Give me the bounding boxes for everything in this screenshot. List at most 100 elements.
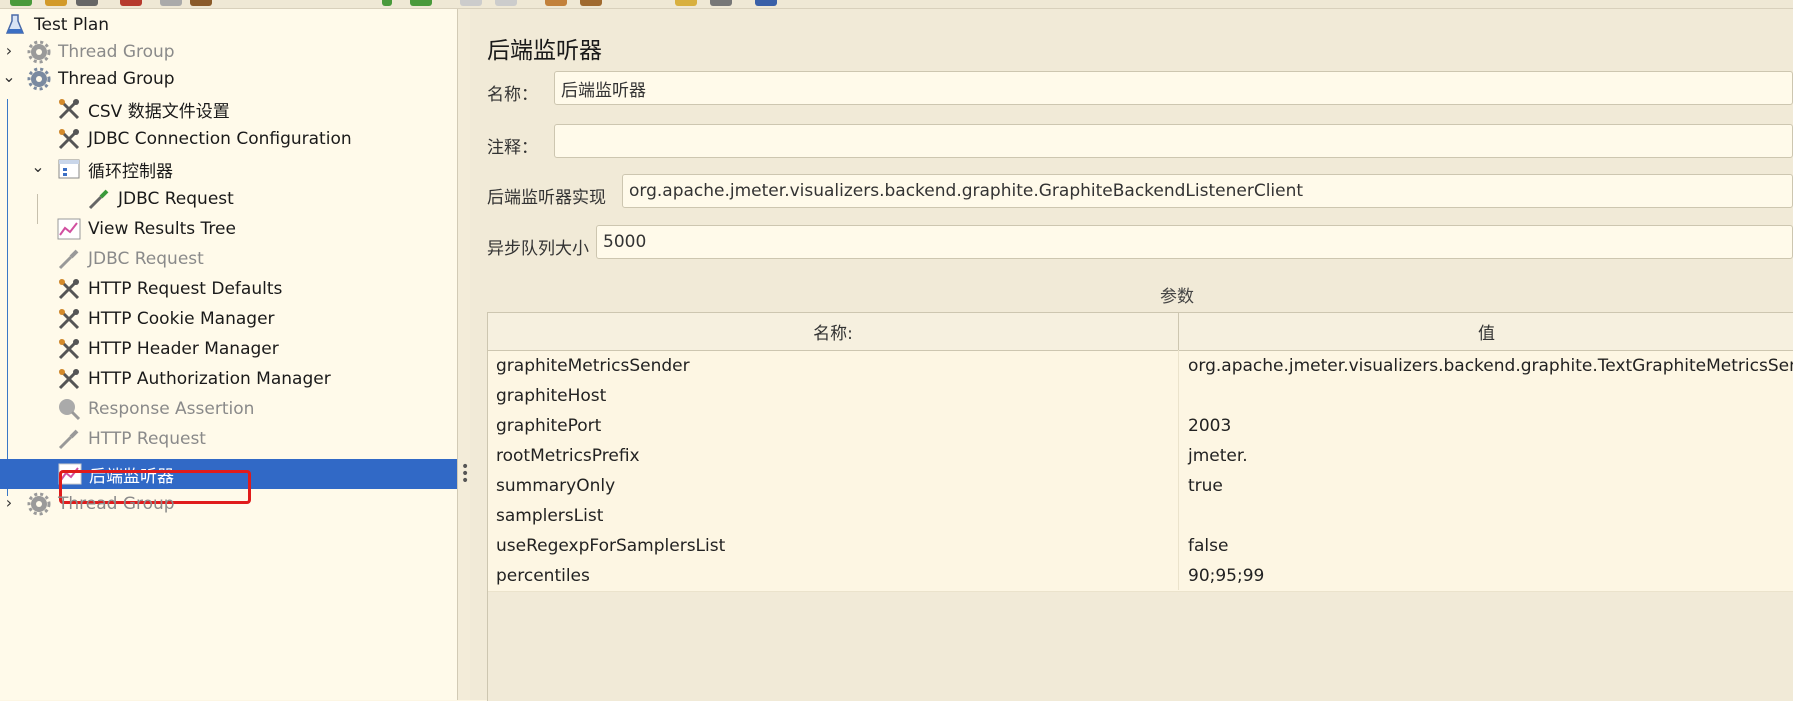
toolbar-help-icon[interactable]: [755, 0, 777, 6]
param-value[interactable]: 90;95;99: [1188, 561, 1788, 591]
table-header: 名称: 值: [488, 313, 1793, 351]
toolbar-clear-all-icon[interactable]: [580, 0, 602, 6]
param-name[interactable]: graphitePort: [496, 411, 1176, 441]
toolbar-copy-icon[interactable]: [160, 0, 182, 6]
tree-item-label: 循环控制器: [88, 161, 173, 182]
toolbar-search-icon[interactable]: [675, 0, 697, 6]
tree-item-label: HTTP Header Manager: [88, 339, 279, 359]
table-row[interactable]: percentiles 90;95;99: [488, 561, 1793, 592]
tree-item-http-request[interactable]: HTTP Request: [56, 424, 206, 454]
tree-item-http-authorization-manager[interactable]: HTTP Authorization Manager: [56, 364, 331, 394]
comment-label: 注释：: [487, 138, 538, 158]
table-row[interactable]: graphiteMetricsSender org.apache.jmeter.…: [488, 351, 1793, 382]
queue-size-field[interactable]: 5000: [596, 225, 1793, 259]
param-name[interactable]: useRegexpForSamplersList: [496, 531, 1176, 561]
toolbar-cut-icon[interactable]: [120, 0, 142, 6]
param-value[interactable]: org.apache.jmeter.visualizers.backend.gr…: [1188, 351, 1793, 381]
params-label: 参数: [1160, 287, 1194, 307]
chart-icon: [56, 216, 82, 242]
chevron-down-icon[interactable]: ⌄: [31, 157, 45, 176]
impl-label: 后端监听器实现: [487, 188, 606, 208]
param-name[interactable]: rootMetricsPrefix: [496, 441, 1176, 471]
name-field[interactable]: 后端监听器: [554, 71, 1793, 105]
toolbar-clear-icon[interactable]: [545, 0, 567, 6]
tree-item-csv-data-set[interactable]: CSV 数据文件设置: [56, 94, 230, 124]
toolbar-open-icon[interactable]: [76, 0, 98, 6]
loop-controller-icon: [56, 156, 82, 182]
tree-item-thread-group-1[interactable]: Thread Group: [26, 37, 175, 67]
tree-item-label: View Results Tree: [88, 219, 236, 239]
name-label: 名称：: [487, 85, 538, 105]
toolbar-new-icon[interactable]: [10, 0, 32, 6]
toolbar-function-icon[interactable]: [710, 0, 732, 6]
tree-item-http-cookie-manager[interactable]: HTTP Cookie Manager: [56, 304, 275, 334]
test-plan-tree: Test Plan › Thread Group ⌄ Thread Group …: [0, 9, 457, 700]
chevron-right-icon[interactable]: ›: [2, 493, 16, 512]
param-name[interactable]: summaryOnly: [496, 471, 1176, 501]
param-value[interactable]: 2003: [1188, 411, 1788, 441]
comment-field[interactable]: [554, 124, 1793, 158]
tree-item-label: Thread Group: [58, 69, 175, 89]
tree-item-thread-group-2[interactable]: Thread Group: [26, 64, 175, 94]
param-value[interactable]: false: [1188, 531, 1788, 561]
table-row[interactable]: graphitePort 2003: [488, 411, 1793, 442]
tree-item-label: HTTP Cookie Manager: [88, 309, 275, 329]
tree-guide-line-inner: [37, 194, 38, 224]
tree-item-label: JDBC Connection Configuration: [88, 129, 352, 149]
tree-item-label: HTTP Authorization Manager: [88, 369, 331, 389]
tree-item-label: JDBC Request: [118, 189, 234, 209]
pipette-icon: [56, 246, 82, 272]
params-table: 名称: 值 graphiteMetricsSender org.apache.j…: [487, 312, 1793, 701]
tree-item-loop-controller[interactable]: 循环控制器: [56, 154, 173, 184]
chevron-down-icon[interactable]: ⌄: [2, 67, 16, 86]
table-row[interactable]: graphiteHost: [488, 381, 1793, 412]
tree-item-test-plan[interactable]: Test Plan: [2, 10, 109, 40]
page-title: 后端监听器: [487, 38, 602, 64]
toolbar-start-icon[interactable]: [382, 0, 392, 6]
tree-item-view-results-tree[interactable]: View Results Tree: [56, 214, 236, 244]
param-value[interactable]: [1188, 381, 1788, 411]
impl-select[interactable]: org.apache.jmeter.visualizers.backend.gr…: [622, 174, 1793, 208]
toolbar-stop-icon[interactable]: [460, 0, 482, 6]
panel-splitter[interactable]: • • •: [457, 9, 471, 700]
param-value[interactable]: true: [1188, 471, 1788, 501]
chevron-right-icon[interactable]: ›: [2, 41, 16, 60]
tree-item-http-header-manager[interactable]: HTTP Header Manager: [56, 334, 279, 364]
tree-item-label: JDBC Request: [88, 249, 204, 269]
param-name[interactable]: percentiles: [496, 561, 1176, 591]
wrench-icon: [56, 126, 82, 152]
table-row[interactable]: rootMetricsPrefix jmeter.: [488, 441, 1793, 472]
backend-listener-panel: 后端监听器 名称： 后端监听器 注释： 后端监听器实现 org.apache.j…: [470, 9, 1793, 701]
tree-item-jdbc-request[interactable]: JDBC Request: [56, 244, 204, 274]
gear-icon: [26, 66, 52, 92]
tree-item-label: HTTP Request: [88, 429, 206, 449]
toolbar-shutdown-icon[interactable]: [495, 0, 517, 6]
toolbar: [0, 0, 1793, 9]
tree-item-label: HTTP Request Defaults: [88, 279, 283, 299]
wrench-icon: [56, 276, 82, 302]
param-value[interactable]: [1188, 501, 1788, 531]
column-header-value[interactable]: 值: [1179, 313, 1793, 350]
table-row[interactable]: summaryOnly true: [488, 471, 1793, 502]
toolbar-paste-icon[interactable]: [190, 0, 212, 6]
magnifier-icon: [56, 396, 82, 422]
column-header-name[interactable]: 名称:: [488, 313, 1179, 350]
param-name[interactable]: graphiteMetricsSender: [496, 351, 1176, 381]
param-name[interactable]: graphiteHost: [496, 381, 1176, 411]
table-row[interactable]: samplersList: [488, 501, 1793, 532]
toolbar-start-no-pause-icon[interactable]: [410, 0, 432, 6]
tree-item-response-assertion[interactable]: Response Assertion: [56, 394, 254, 424]
wrench-icon: [56, 96, 82, 122]
gear-icon: [26, 39, 52, 65]
table-row[interactable]: useRegexpForSamplersList false: [488, 531, 1793, 562]
param-value[interactable]: jmeter.: [1188, 441, 1788, 471]
tree-item-jdbc-connection-config[interactable]: JDBC Connection Configuration: [56, 124, 352, 154]
tree-item-label: Thread Group: [58, 42, 175, 62]
param-name[interactable]: samplersList: [496, 501, 1176, 531]
splitter-grip-icon[interactable]: • • •: [461, 460, 469, 488]
tree-item-thread-group-3[interactable]: Thread Group: [26, 489, 175, 519]
tree-item-jdbc-request-inner[interactable]: JDBC Request: [86, 184, 234, 214]
toolbar-templates-icon[interactable]: [45, 0, 67, 6]
wrench-icon: [56, 306, 82, 332]
tree-item-http-request-defaults[interactable]: HTTP Request Defaults: [56, 274, 282, 304]
